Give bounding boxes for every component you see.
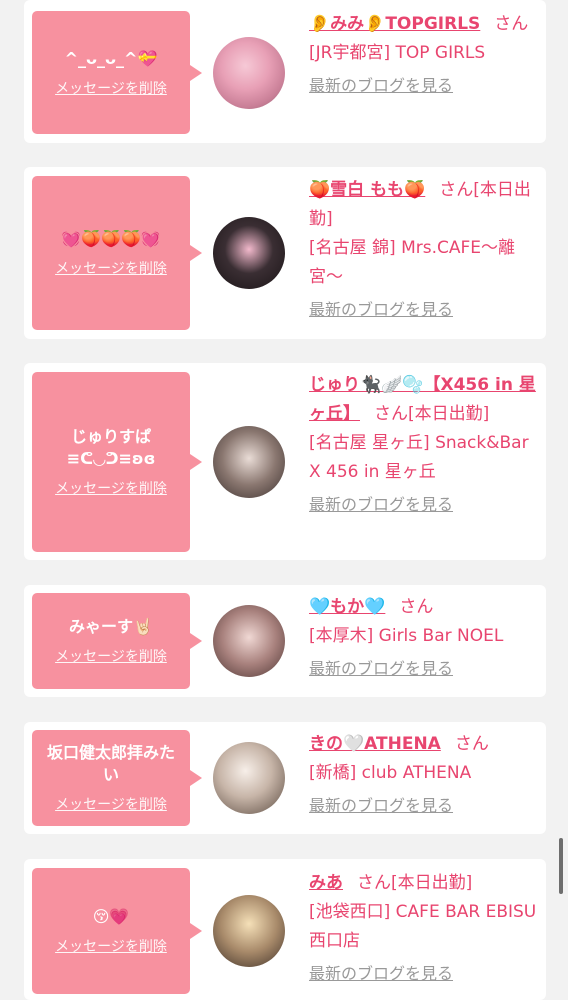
- blog-entry-card: 坂口健太郎拝みたい メッセージを削除 きの🤍ATHENA さん [新橋] club…: [24, 722, 546, 834]
- honorific: さん: [454, 734, 489, 754]
- avatar[interactable]: [213, 217, 285, 289]
- avatar[interactable]: [213, 37, 285, 109]
- status-badge: [本日出勤]: [391, 873, 473, 893]
- message-bubble: 💓🍑🍑🍑💓 メッセージを削除: [32, 176, 202, 330]
- shop-name: [新橋] club ATHENA: [309, 763, 472, 783]
- delete-message-link[interactable]: メッセージを削除: [55, 648, 167, 666]
- delete-message-link[interactable]: メッセージを削除: [55, 796, 167, 814]
- blog-entry-card: じゅりすぱ ≡ᕦ◡ᕤ≡ʚɞ メッセージを削除 じゅり🐈‍⬛🪽🫧【X456 in …: [24, 363, 546, 560]
- message-text: ^_ᴗ_ᴗ_^💝: [64, 48, 158, 68]
- latest-blog-link[interactable]: 最新のブログを見る: [309, 494, 541, 516]
- honorific: さん: [439, 180, 474, 200]
- latest-blog-link[interactable]: 最新のブログを見る: [309, 963, 541, 985]
- delete-message-link[interactable]: メッセージを削除: [55, 260, 167, 278]
- blog-message-list: { "delete_label": "メッセージを削除", "blog_labe…: [0, 0, 568, 1000]
- blog-entry-card: ^_ᴗ_ᴗ_^💝 メッセージを削除 👂みみ👂TOPGIRLS さん [JR宇都宮]…: [24, 0, 546, 143]
- honorific: さん: [357, 873, 391, 893]
- latest-blog-link[interactable]: 最新のブログを見る: [309, 658, 541, 680]
- entry-info: 🩵もか🩵 さん [本厚木] Girls Bar NOEL 最新のブログを見る: [309, 593, 541, 680]
- entry-info: 👂みみ👂TOPGIRLS さん [JR宇都宮] TOP GIRLS 最新のブログを…: [309, 10, 541, 97]
- honorific: さん: [494, 14, 529, 34]
- blog-entry-card: 💓🍑🍑🍑💓 メッセージを削除 🍑雪白 もも🍑 さん[本日出勤] [名古屋 錦] M…: [24, 167, 546, 339]
- latest-blog-link[interactable]: 最新のブログを見る: [309, 75, 541, 97]
- shop-name: [名古屋 錦] Mrs.CAFE〜離宮〜: [309, 238, 516, 287]
- shop-name: [名古屋 星ヶ丘] Snack&Bar X 456 in 星ヶ丘: [309, 433, 529, 482]
- cast-name-link[interactable]: 🍑雪白 もも🍑: [309, 180, 425, 200]
- avatar[interactable]: [213, 742, 285, 814]
- delete-message-link[interactable]: メッセージを削除: [55, 938, 167, 956]
- entry-info: 🍑雪白 もも🍑 さん[本日出勤] [名古屋 錦] Mrs.CAFE〜離宮〜 最新の…: [309, 176, 541, 321]
- message-bubble: ^_ᴗ_ᴗ_^💝 メッセージを削除: [32, 11, 202, 134]
- message-text: じゅりすぱ ≡ᕦ◡ᕤ≡ʚɞ: [66, 427, 156, 468]
- message-text: 😚💗: [92, 907, 130, 926]
- honorific: さん: [399, 597, 434, 617]
- message-text: みゃーす🤘🏻: [69, 617, 153, 636]
- blog-entry-card: 😚💗 メッセージを削除 みあ さん[本日出勤] [池袋西口] CAFE BAR E…: [24, 859, 546, 1000]
- delete-message-link[interactable]: メッセージを削除: [55, 480, 167, 498]
- cast-name-link[interactable]: きの🤍ATHENA: [309, 734, 441, 754]
- message-bubble: 坂口健太郎拝みたい メッセージを削除: [32, 730, 202, 826]
- message-bubble: 😚💗 メッセージを削除: [32, 868, 202, 994]
- blog-entry-card: みゃーす🤘🏻 メッセージを削除 🩵もか🩵 さん [本厚木] Girls Bar N…: [24, 585, 546, 697]
- entry-info: きの🤍ATHENA さん [新橋] club ATHENA 最新のブログを見る: [309, 730, 541, 817]
- message-text: 坂口健太郎拝みたい: [46, 743, 175, 784]
- cast-name-link[interactable]: 🩵もか🩵: [309, 597, 385, 617]
- message-bubble: みゃーす🤘🏻 メッセージを削除: [32, 593, 202, 689]
- message-text: 💓🍑🍑🍑💓: [61, 229, 161, 248]
- entry-info: じゅり🐈‍⬛🪽🫧【X456 in 星ヶ丘】 さん[本日出勤] [名古屋 星ヶ丘] …: [309, 371, 541, 516]
- shop-name: [池袋西口] CAFE BAR EBISU 西口店: [309, 902, 537, 951]
- shop-name: [本厚木] Girls Bar NOEL: [309, 626, 504, 646]
- status-badge: [本日出勤]: [408, 404, 490, 424]
- avatar[interactable]: [213, 605, 285, 677]
- entry-info: みあ さん[本日出勤] [池袋西口] CAFE BAR EBISU 西口店 最新の…: [309, 869, 541, 985]
- latest-blog-link[interactable]: 最新のブログを見る: [309, 299, 541, 321]
- scrollbar[interactable]: [559, 838, 563, 894]
- message-bubble: じゅりすぱ ≡ᕦ◡ᕤ≡ʚɞ メッセージを削除: [32, 372, 202, 552]
- avatar[interactable]: [213, 895, 285, 967]
- avatar[interactable]: [213, 426, 285, 498]
- shop-name: [JR宇都宮] TOP GIRLS: [309, 43, 486, 63]
- delete-message-link[interactable]: メッセージを削除: [55, 80, 167, 98]
- latest-blog-link[interactable]: 最新のブログを見る: [309, 795, 541, 817]
- honorific: さん: [374, 404, 408, 424]
- cast-name-link[interactable]: みあ: [309, 873, 343, 893]
- cast-name-link[interactable]: 👂みみ👂TOPGIRLS: [309, 14, 480, 34]
